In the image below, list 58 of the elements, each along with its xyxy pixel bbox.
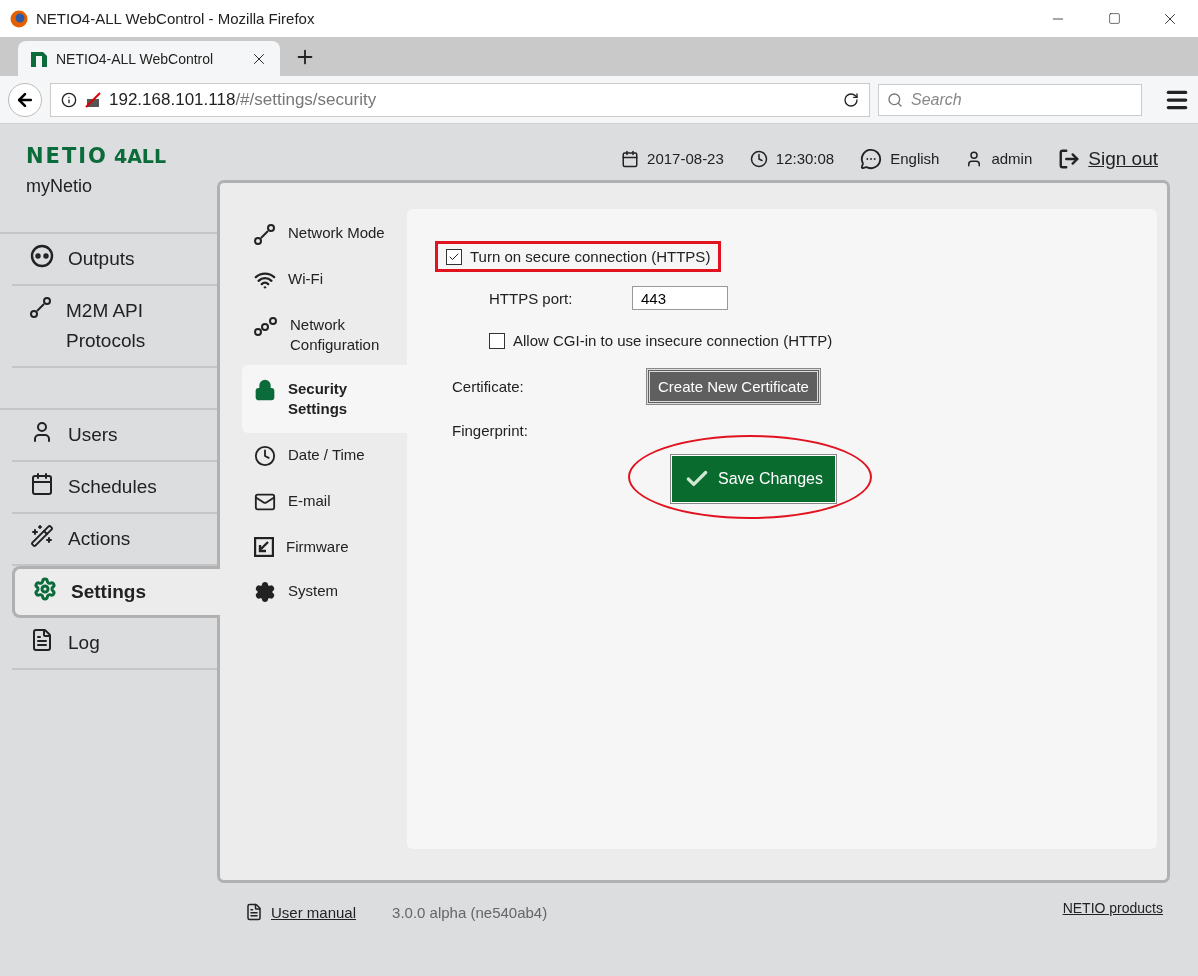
sign-out-icon [1058, 147, 1081, 170]
address-field[interactable]: 192.168.101.118/#/settings/security [50, 82, 870, 117]
info-icon [61, 91, 77, 108]
browser-logo-icon [10, 9, 28, 28]
settings-menu-item[interactable]: Firmware [242, 531, 407, 563]
window-title: NETIO4-ALL WebControl - Mozilla Firefox [36, 10, 316, 27]
document-icon [30, 628, 54, 652]
settings-menu-item[interactable]: Wi-Fi [242, 263, 407, 297]
back-button[interactable] [8, 82, 42, 117]
firmware-icon [254, 537, 274, 557]
clock-icon [749, 149, 768, 168]
sign-out-link[interactable]: Sign out [1088, 147, 1158, 170]
settings-menu-item[interactable]: Security Settings [242, 365, 407, 433]
fingerprint-label: Fingerprint: [452, 422, 528, 439]
username-text: admin [991, 150, 1033, 167]
speech-bubble-icon [860, 147, 883, 170]
insecure-lock-icon [85, 91, 101, 108]
settings-icon [254, 581, 276, 603]
search-icon [887, 91, 903, 108]
date-text: 2017-08-23 [647, 150, 724, 167]
time-text: 12:30:08 [775, 150, 835, 167]
favicon-icon [30, 49, 48, 68]
version-text: 3.0.0 alpha (ne540ab4) [392, 903, 549, 921]
allow-cgi-checkbox[interactable]: Allow CGI-in to use insecure connection (HTTP) [489, 332, 833, 349]
https-checkbox[interactable]: Turn on secure connection (HTTPS) [435, 241, 722, 272]
socket-icon [30, 244, 54, 268]
save-button[interactable]: Save Changes [671, 455, 836, 503]
calendar-icon [621, 149, 640, 168]
language-selector[interactable]: English [890, 150, 940, 167]
settings-menu-item[interactable]: System [242, 575, 407, 609]
create-certificate-button[interactable]: Create New Certificate [647, 369, 820, 404]
network-mode-icon [254, 223, 276, 245]
document-icon [245, 903, 263, 921]
device-name: myNetio [26, 175, 92, 198]
connection-icon [30, 296, 52, 318]
reload-icon[interactable] [843, 91, 859, 108]
search-field[interactable]: Search [878, 83, 1142, 116]
envelope-icon [254, 491, 276, 513]
clock-icon [254, 445, 276, 467]
settings-menu-item[interactable]: E-mail [242, 485, 407, 519]
settings-icon [33, 577, 57, 601]
settings-menu-item[interactable]: Date / Time [242, 439, 407, 473]
port-label: HTTPS port: [489, 289, 574, 307]
wifi-icon [254, 269, 276, 291]
url-text: 192.168.101.118/#/settings/security [109, 89, 378, 110]
maximize-icon[interactable] [1107, 12, 1121, 25]
network-nodes-icon [254, 315, 278, 337]
sidebar-item[interactable]: Settings [12, 566, 220, 618]
browser-tab[interactable]: NETIO4-ALL WebControl [18, 41, 280, 76]
certificate-label: Certificate: [452, 378, 525, 395]
user-manual-link[interactable]: User manual [271, 903, 357, 921]
settings-menu-item[interactable]: Network Mode [242, 217, 407, 251]
calendar-icon [30, 472, 54, 496]
products-link[interactable]: NETIO products [1062, 900, 1163, 916]
settings-menu-item[interactable]: Network Configuration [242, 309, 407, 361]
port-input[interactable]: 443 [632, 286, 728, 310]
magic-wand-icon [30, 524, 54, 548]
logo: NETIO 4ALL [26, 143, 168, 170]
